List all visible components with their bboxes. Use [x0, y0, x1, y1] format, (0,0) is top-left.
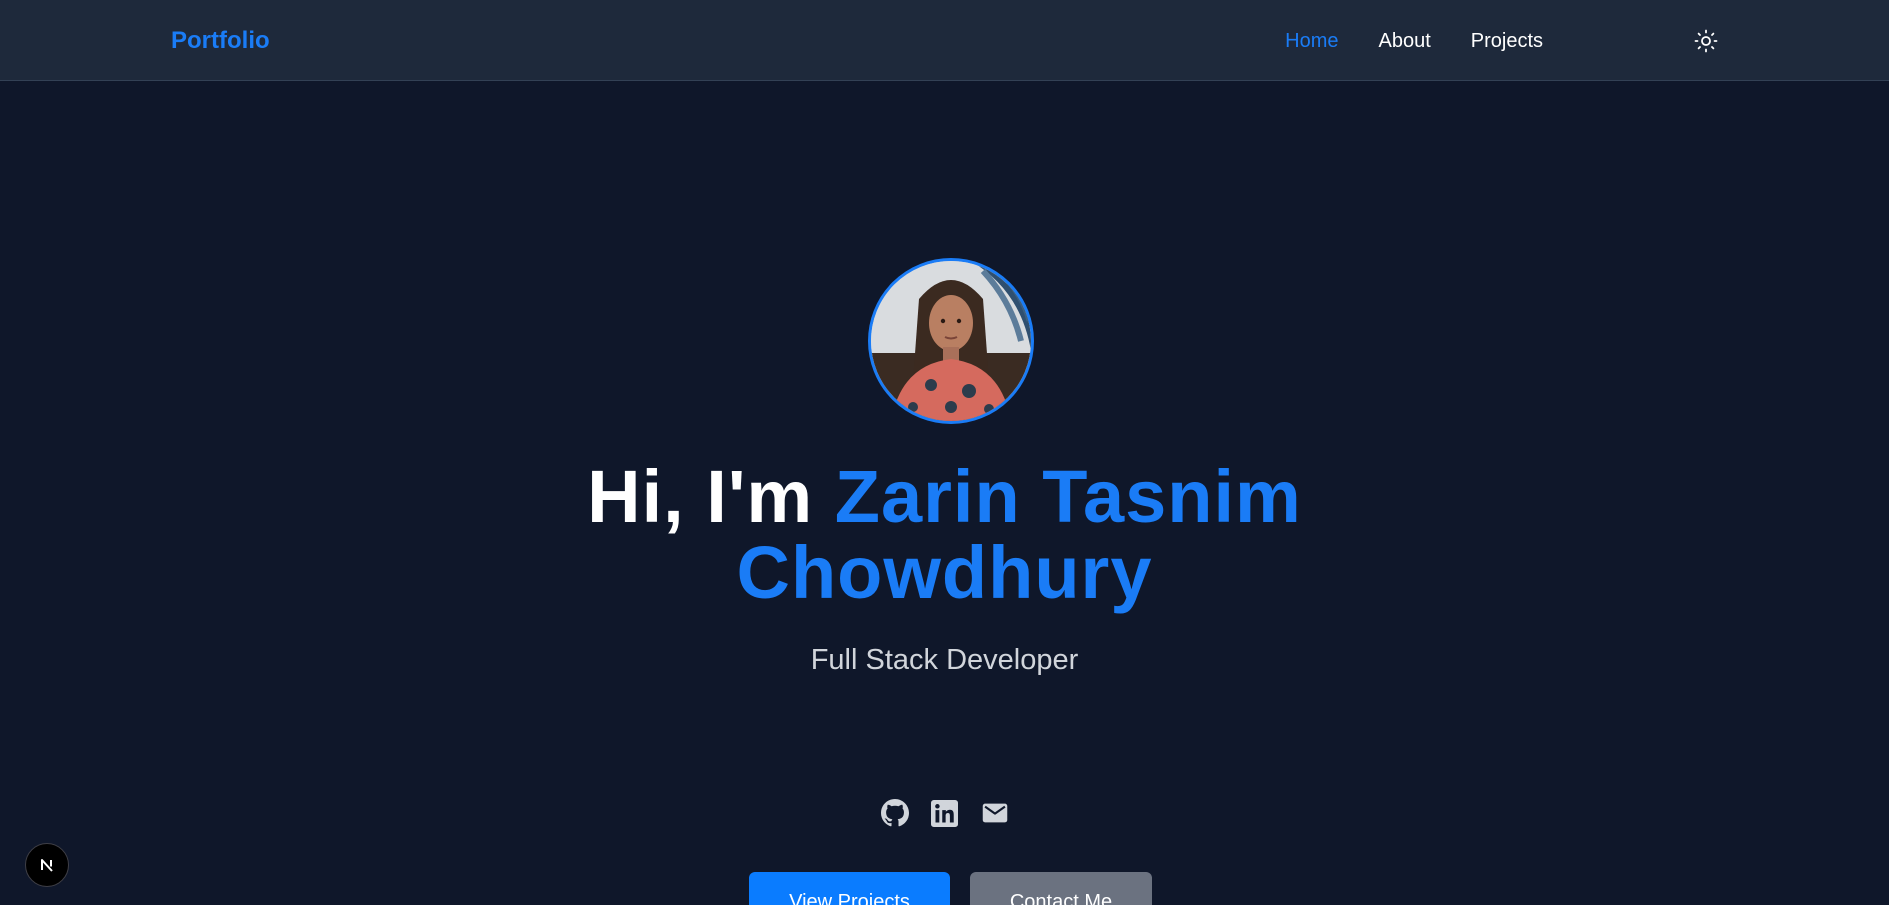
- email-link[interactable]: [981, 799, 1009, 827]
- profile-photo: [871, 261, 1031, 421]
- github-link[interactable]: [880, 799, 909, 827]
- github-icon: [880, 799, 909, 827]
- brand-logo-link[interactable]: Portfolio: [171, 27, 270, 55]
- hero-title: Hi, I'm Zarin Tasnim Chowdhury: [0, 459, 1889, 611]
- linkedin-link[interactable]: [931, 799, 959, 827]
- theme-toggle-button[interactable]: [1692, 27, 1720, 55]
- nav-link-projects[interactable]: Projects: [1471, 29, 1543, 53]
- nextjs-icon: [41, 859, 53, 872]
- hero-actions: View Projects Contact Me: [749, 872, 1152, 905]
- nav-link-about[interactable]: About: [1378, 29, 1430, 53]
- linkedin-icon: [931, 799, 958, 827]
- nav-links: Home About Projects: [1285, 29, 1543, 53]
- hero-greeting: Hi, I'm: [587, 455, 835, 538]
- avatar: [868, 258, 1034, 424]
- hero-section: Hi, I'm Zarin Tasnim Chowdhury Full Stac…: [0, 81, 1889, 905]
- navbar: Portfolio Home About Projects: [0, 0, 1889, 81]
- hero-name-line1: Zarin Tasnim: [834, 455, 1302, 538]
- view-projects-button[interactable]: View Projects: [749, 872, 950, 905]
- nav-link-home[interactable]: Home: [1285, 29, 1338, 53]
- sun-icon: [1694, 29, 1718, 53]
- nextjs-dev-badge[interactable]: [25, 843, 69, 887]
- contact-me-button[interactable]: Contact Me: [970, 872, 1152, 905]
- email-icon: [982, 803, 1007, 823]
- hero-role: Full Stack Developer: [810, 644, 1079, 676]
- hero-name-line2: Chowdhury: [736, 531, 1153, 614]
- social-links: [0, 799, 1889, 827]
